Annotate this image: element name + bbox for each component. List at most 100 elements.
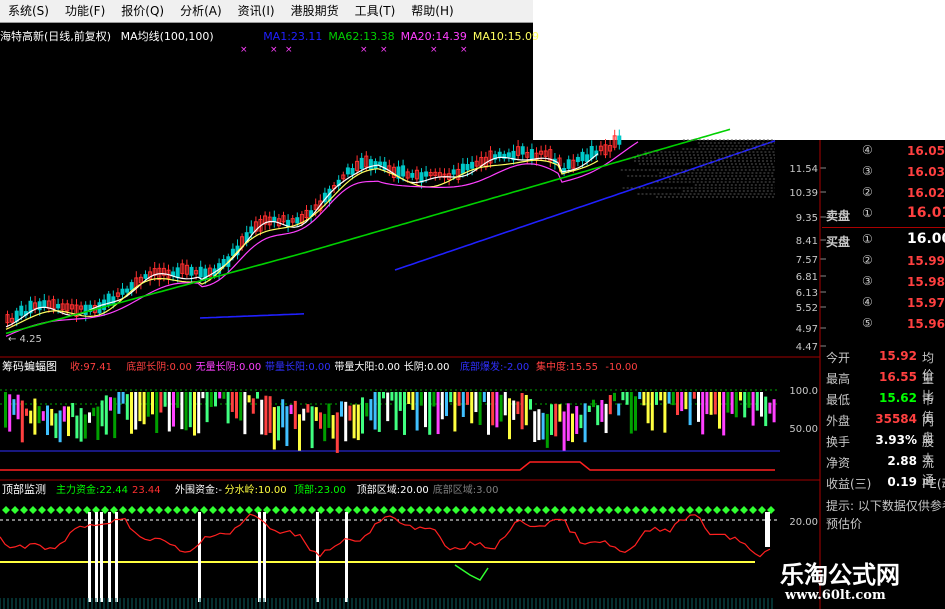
chip-bar	[697, 392, 700, 422]
top-zone-marker	[164, 506, 172, 514]
chip-bar	[642, 392, 646, 406]
stock-chart[interactable]: 11.54 10.39 9.35 8.41 7.57 6.81 6.13 5.52 4.97 4.…	[0, 0, 945, 609]
signal-mark: ×	[240, 45, 248, 55]
chip-bar	[533, 411, 537, 442]
top-zone-marker	[461, 506, 469, 514]
chip-bar	[419, 392, 423, 406]
ma-long-line-1	[199, 313, 305, 319]
top-zone-marker	[398, 506, 406, 514]
top-zone-marker	[434, 506, 442, 514]
chip-bar	[92, 407, 96, 417]
top-signal-bar	[115, 512, 118, 602]
chip-bar	[218, 392, 222, 399]
price-axis-label: 10.39	[789, 188, 818, 199]
chip-bar	[503, 392, 507, 416]
chip-bar	[247, 395, 251, 403]
chip-bar	[545, 413, 549, 448]
sell-quote-row: ③ 16.03	[822, 163, 945, 183]
top-signal-bar	[100, 512, 103, 602]
top-zone-marker	[353, 506, 361, 514]
chip-bar	[482, 392, 486, 402]
chip-bar	[361, 397, 364, 434]
price-axis-label: 8.41	[796, 236, 818, 247]
top-zone-marker	[308, 506, 316, 514]
chip-bar	[243, 392, 247, 435]
price-axis-label: 9.35	[796, 213, 818, 224]
top-zone-marker	[227, 506, 235, 514]
top-zone-marker	[605, 506, 613, 514]
top-zone-marker	[695, 506, 703, 514]
buy-quote-row: ② 15.99	[822, 252, 945, 272]
indicator2-item-0: 主力资金:22.44	[56, 483, 128, 496]
stat-value: 15.62	[879, 391, 917, 405]
top-zone-marker	[659, 506, 667, 514]
top-zone-marker	[713, 506, 721, 514]
chip-bar	[222, 392, 226, 399]
candle-body	[589, 146, 594, 159]
chip-bar	[142, 392, 146, 425]
chip-bar	[352, 404, 356, 439]
chip-bar	[701, 392, 705, 435]
chip-bar	[692, 392, 696, 399]
buy-price: 16.00	[907, 231, 945, 247]
chip-bar	[209, 392, 213, 407]
chip-bar	[4, 392, 7, 428]
chip-bar	[529, 399, 532, 410]
chip-bar	[365, 402, 369, 417]
chip-bar	[260, 399, 264, 435]
price-axis-label: 5.52	[796, 303, 818, 314]
chip-bar	[8, 394, 12, 432]
stat-label: 净资	[826, 456, 851, 470]
chip-bar	[436, 392, 440, 435]
candle-body	[198, 266, 203, 278]
top-zone-marker	[686, 506, 694, 514]
chip-bar	[722, 392, 726, 436]
candle-body	[129, 282, 134, 291]
candle-body	[14, 310, 19, 322]
quote-level-icon: ⑤	[862, 316, 873, 330]
top-zone-marker	[560, 506, 568, 514]
chip-bar	[491, 392, 495, 426]
chip-bar	[739, 392, 742, 401]
chip-bar	[83, 414, 87, 439]
chip-bar	[239, 392, 243, 421]
candle-body	[56, 303, 61, 309]
indicator1-item-4: 带量大阳:0.00	[334, 360, 400, 373]
chip-bar	[134, 392, 138, 430]
buy-quote-row: ③ 15.98	[822, 273, 945, 293]
chip-bar	[310, 406, 314, 449]
indicator1-red-line	[0, 461, 775, 471]
chip-bar	[608, 395, 612, 415]
ma-indicator-label: MA均线(100,100)	[120, 30, 214, 43]
chip-bar	[214, 392, 217, 407]
chip-bar	[193, 392, 196, 436]
chip-bar	[319, 412, 322, 429]
top-zone-marker	[749, 506, 757, 514]
candle-body	[272, 216, 277, 223]
chip-bar	[453, 392, 457, 432]
chip-bar	[541, 412, 545, 440]
candle-body	[401, 165, 406, 177]
chip-bar	[75, 415, 79, 439]
chip-bar	[302, 408, 306, 421]
candle-body	[19, 305, 24, 316]
indicator1-item-6: 底部爆发:-2.00	[460, 360, 529, 373]
chip-bar	[772, 399, 776, 423]
chip-bar	[554, 403, 558, 437]
chip-bar	[176, 392, 180, 408]
chip-bar	[516, 401, 520, 415]
top-zone-marker	[758, 506, 766, 514]
signal-mark: ×	[380, 45, 388, 55]
candle-body	[470, 161, 475, 169]
chip-bar	[159, 392, 163, 413]
top-zone-marker	[704, 506, 712, 514]
quote-level-icon: ②	[862, 253, 873, 267]
indicator1-axis-label: 100.0	[789, 386, 818, 397]
buy-quote-row: 买盘 ① 16.00	[822, 231, 945, 251]
chip-bar	[629, 392, 633, 434]
top-zone-marker	[155, 506, 163, 514]
chip-bar	[340, 401, 343, 417]
top-zone-marker	[29, 506, 37, 514]
candle-body	[460, 163, 465, 174]
chip-bar	[600, 400, 604, 422]
